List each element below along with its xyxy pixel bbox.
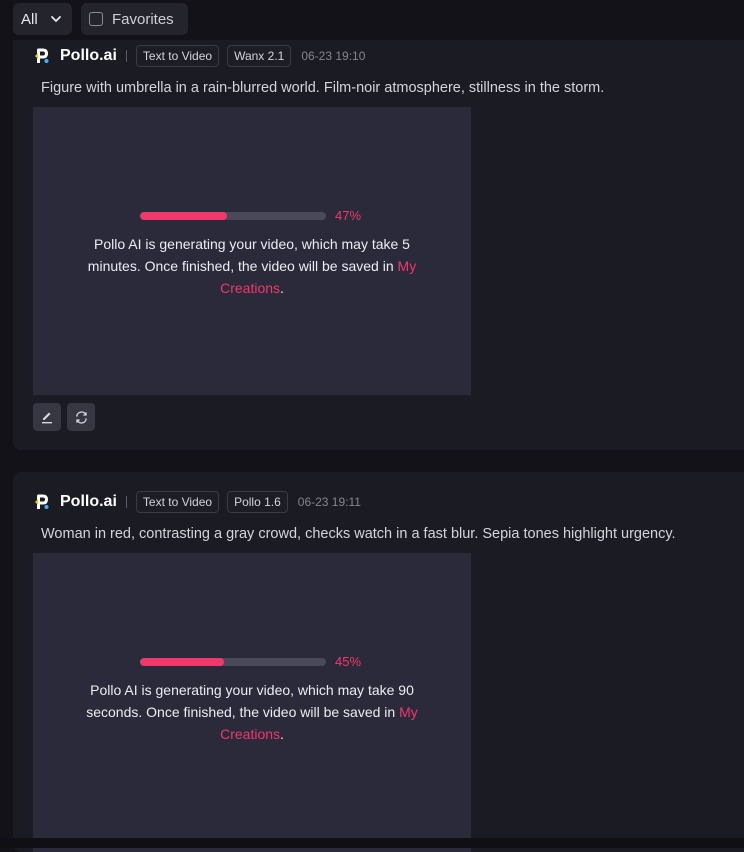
status-message: Pollo AI is generating your video, which…	[67, 679, 437, 745]
progress-fill	[140, 657, 224, 666]
edit-button[interactable]	[33, 403, 61, 431]
progress-fill	[140, 211, 228, 220]
divider	[125, 496, 127, 508]
chevron-down-icon	[51, 16, 61, 22]
model-tag: Pollo 1.6	[227, 491, 288, 513]
prompt-text: Woman in red, contrasting a gray crowd, …	[41, 526, 676, 542]
card-header: Pollo.ai Text to Video Wanx 2.1 06-23 19…	[33, 44, 365, 68]
brand-name: Pollo.ai	[60, 493, 117, 510]
progress-percent: 47%	[335, 208, 362, 223]
status-message-text: Pollo AI is generating your video, which…	[86, 682, 414, 720]
filter-bar: All Favorites	[0, 0, 744, 40]
regenerate-button[interactable]	[67, 403, 95, 431]
status-message-end: .	[280, 280, 284, 296]
video-preview: 47% Pollo AI is generating your video, w…	[33, 107, 471, 395]
type-filter-value: All	[21, 10, 38, 28]
generation-card: Pollo.ai Text to Video Wanx 2.1 06-23 19…	[13, 30, 744, 450]
divider	[125, 50, 127, 62]
progress-percent: 45%	[335, 654, 362, 669]
timestamp: 06-23 19:11	[297, 495, 361, 509]
pollo-logo-icon	[35, 48, 49, 63]
card-actions	[33, 403, 95, 431]
status-message-end: .	[280, 726, 284, 742]
regenerate-icon	[75, 410, 87, 424]
status-message: Pollo AI is generating your video, which…	[67, 233, 437, 299]
timestamp: 06-23 19:10	[301, 49, 366, 63]
mode-tag: Text to Video	[135, 491, 220, 513]
model-tag: Wanx 2.1	[227, 45, 292, 67]
favorites-label: Favorites	[112, 10, 174, 28]
pollo-logo-icon	[35, 494, 49, 509]
card-header: Pollo.ai Text to Video Pollo 1.6 06-23 1…	[33, 490, 361, 514]
progress-row: 47%	[140, 208, 361, 223]
progress-row: 45%	[140, 654, 361, 669]
brand-name: Pollo.ai	[60, 47, 117, 64]
prompt-text: Figure with umbrella in a rain-blurred w…	[41, 80, 605, 96]
edit-icon	[42, 412, 52, 424]
type-filter-dropdown[interactable]: All	[13, 3, 72, 35]
progress-track	[140, 657, 326, 666]
mode-tag: Text to Video	[135, 45, 220, 67]
video-preview: 45% Pollo AI is generating your video, w…	[33, 553, 471, 852]
progress-track	[140, 211, 326, 220]
bottom-edge	[0, 838, 744, 848]
favorites-checkbox[interactable]	[89, 12, 103, 26]
status-message-text: Pollo AI is generating your video, which…	[87, 236, 410, 274]
generation-card: Pollo.ai Text to Video Pollo 1.6 06-23 1…	[13, 472, 744, 852]
favorites-filter[interactable]: Favorites	[81, 3, 188, 35]
